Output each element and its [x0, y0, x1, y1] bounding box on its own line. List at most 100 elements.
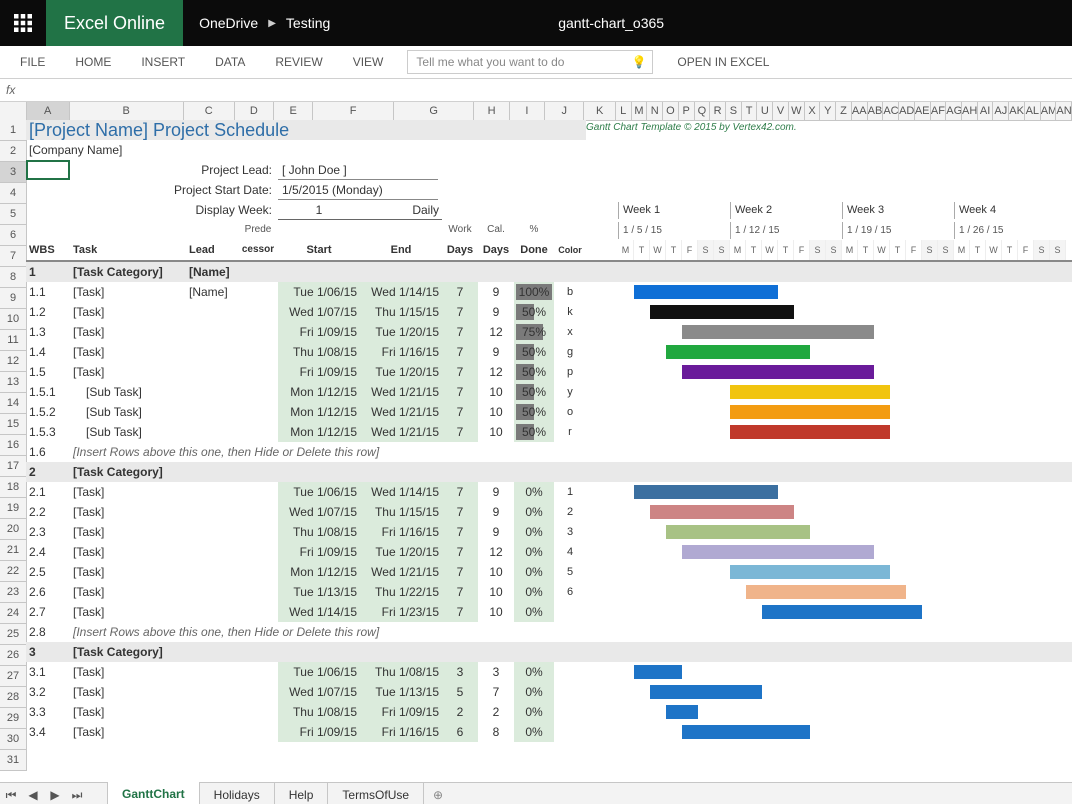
col-header[interactable]: AA: [852, 102, 868, 120]
gantt-bar[interactable]: [682, 725, 810, 739]
gantt-bar[interactable]: [682, 365, 874, 379]
cell[interactable]: [Task]: [70, 522, 186, 542]
cell[interactable]: 1.1: [26, 282, 70, 302]
cell[interactable]: Fri 1/09/15: [278, 362, 360, 382]
row-header[interactable]: 10: [0, 309, 26, 330]
col-header[interactable]: AF: [931, 102, 947, 120]
col-header[interactable]: K: [584, 102, 615, 120]
col-header[interactable]: AK: [1009, 102, 1025, 120]
percent-done[interactable]: 100%: [514, 282, 554, 302]
gantt-bar[interactable]: [650, 305, 794, 319]
cell[interactable]: Fri 1/09/15: [278, 322, 360, 342]
cell[interactable]: [186, 322, 238, 342]
gantt-bar[interactable]: [682, 325, 874, 339]
cell[interactable]: Thu 1/15/15: [360, 302, 442, 322]
cell[interactable]: [238, 582, 278, 602]
cell[interactable]: [238, 662, 278, 682]
cell[interactable]: [Task]: [70, 322, 186, 342]
col-header[interactable]: Q: [695, 102, 711, 120]
row-header[interactable]: 31: [0, 750, 26, 771]
cell[interactable]: 7: [442, 362, 478, 382]
cell[interactable]: 10: [478, 602, 514, 622]
cell[interactable]: [238, 502, 278, 522]
col-header[interactable]: F: [313, 102, 394, 120]
cell[interactable]: Mon 1/12/15: [278, 562, 360, 582]
row-header[interactable]: 3: [0, 162, 26, 183]
gantt-bar[interactable]: [650, 505, 794, 519]
cell[interactable]: [186, 402, 238, 422]
row-header[interactable]: 17: [0, 456, 26, 477]
percent-done[interactable]: 0%: [514, 502, 554, 522]
col-header[interactable]: U: [757, 102, 773, 120]
cell[interactable]: Wed 1/07/15: [278, 682, 360, 702]
cell[interactable]: [238, 382, 278, 402]
row-header[interactable]: 25: [0, 624, 26, 645]
cell[interactable]: [Task]: [70, 582, 186, 602]
cell[interactable]: [Task Category]: [70, 462, 186, 482]
cell[interactable]: Fri 1/09/15: [278, 542, 360, 562]
cell[interactable]: 5: [442, 682, 478, 702]
cell[interactable]: [Name]: [186, 262, 238, 282]
col-header[interactable]: AJ: [993, 102, 1009, 120]
cell[interactable]: Tue 1/13/15: [360, 682, 442, 702]
col-header[interactable]: AB: [868, 102, 884, 120]
tellme-search[interactable]: Tell me what you want to do 💡: [407, 50, 653, 74]
project-title[interactable]: [Project Name] Project Schedule: [26, 120, 426, 140]
cell[interactable]: [238, 362, 278, 382]
row-header[interactable]: 11: [0, 330, 26, 351]
lead-value[interactable]: [ John Doe ]: [278, 160, 438, 180]
company-name[interactable]: [Company Name]: [26, 140, 426, 160]
col-header[interactable]: AL: [1025, 102, 1041, 120]
cell[interactable]: [554, 702, 586, 722]
cell[interactable]: 7: [442, 522, 478, 542]
percent-done[interactable]: 0%: [514, 662, 554, 682]
cell[interactable]: 9: [478, 522, 514, 542]
cell[interactable]: [186, 482, 238, 502]
cell[interactable]: Fri 1/16/15: [360, 522, 442, 542]
gantt-bar[interactable]: [746, 585, 906, 599]
cell[interactable]: [186, 702, 238, 722]
cell[interactable]: 8: [478, 722, 514, 742]
row-header[interactable]: 5: [0, 204, 26, 225]
cell[interactable]: [186, 220, 238, 240]
col-header[interactable]: A: [27, 102, 70, 120]
cell[interactable]: [238, 302, 278, 322]
row-header[interactable]: 24: [0, 603, 26, 624]
cell[interactable]: [Task Category]: [70, 642, 186, 662]
cell[interactable]: %: [514, 220, 554, 240]
percent-done[interactable]: 0%: [514, 722, 554, 742]
cell[interactable]: Tue 1/13/15: [278, 582, 360, 602]
cell[interactable]: [Task]: [70, 542, 186, 562]
insert-note[interactable]: [Insert Rows above this one, then Hide o…: [70, 622, 550, 642]
col-header[interactable]: P: [679, 102, 695, 120]
cell[interactable]: [186, 302, 238, 322]
cell[interactable]: 2: [442, 702, 478, 722]
cell[interactable]: Tue 1/06/15: [278, 662, 360, 682]
gantt-bar[interactable]: [730, 425, 890, 439]
cell[interactable]: x: [554, 322, 586, 342]
percent-done[interactable]: 50%: [514, 422, 554, 442]
col-header[interactable]: J: [545, 102, 584, 120]
col-header[interactable]: X: [805, 102, 821, 120]
sheet-tab-ganttchart[interactable]: GanttChart: [107, 782, 200, 804]
cell[interactable]: [186, 382, 238, 402]
cell[interactable]: 7: [442, 382, 478, 402]
cell[interactable]: Done: [514, 240, 554, 260]
cell[interactable]: 10: [478, 422, 514, 442]
cell[interactable]: Mon 1/12/15: [278, 382, 360, 402]
col-header[interactable]: AH: [962, 102, 978, 120]
percent-done[interactable]: 50%: [514, 302, 554, 322]
row-header[interactable]: 30: [0, 729, 26, 750]
cell[interactable]: Mon 1/12/15: [278, 422, 360, 442]
cell[interactable]: 6: [554, 582, 586, 602]
cell[interactable]: Wed 1/07/15: [278, 302, 360, 322]
row-header[interactable]: 20: [0, 519, 26, 540]
tab-file[interactable]: FILE: [8, 46, 57, 78]
tab-insert[interactable]: INSERT: [129, 46, 197, 78]
row-header[interactable]: 22: [0, 561, 26, 582]
cell[interactable]: 10: [478, 402, 514, 422]
cell[interactable]: 9: [478, 342, 514, 362]
percent-done[interactable]: 0%: [514, 482, 554, 502]
col-header[interactable]: S: [726, 102, 742, 120]
insert-note[interactable]: [Insert Rows above this one, then Hide o…: [70, 442, 550, 462]
